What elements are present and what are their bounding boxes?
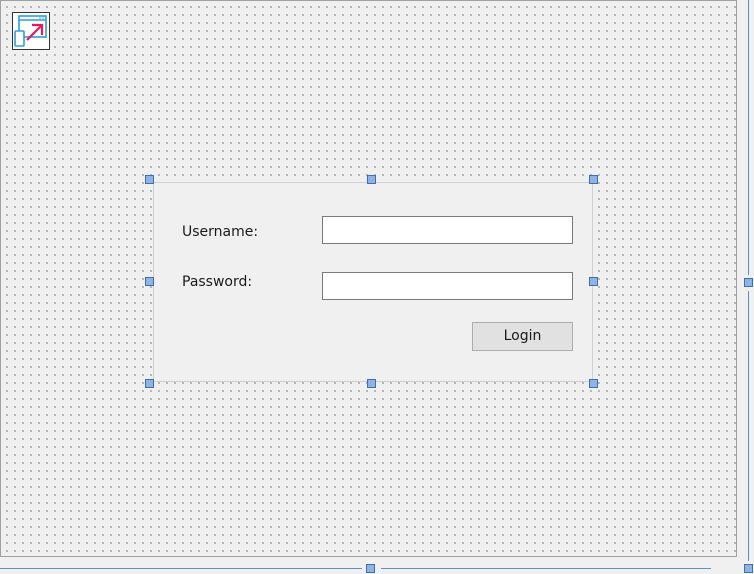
resize-handle-bottom[interactable] [367, 379, 376, 388]
responsive-form-icon[interactable] [12, 12, 50, 50]
login-group-panel[interactable]: Username: Password: Login [153, 182, 593, 382]
username-label: Username: [182, 224, 259, 240]
resize-handle-right[interactable] [589, 277, 598, 286]
form-right-guide-top [748, 0, 749, 275]
form-bottom-guide-right [381, 568, 711, 569]
resize-handle-bottom-right[interactable] [589, 379, 598, 388]
password-input[interactable] [322, 272, 573, 300]
form-bottom-guide-left [0, 568, 362, 569]
form-right-guide-bottom [748, 291, 749, 561]
designer-canvas[interactable]: Username: Password: Login [0, 0, 737, 557]
resize-handle-top[interactable] [367, 175, 376, 184]
form-resize-handle-bottom[interactable] [366, 564, 375, 573]
resize-handle-top-left[interactable] [145, 175, 154, 184]
form-resize-handle-corner[interactable] [744, 564, 753, 573]
resize-handle-top-right[interactable] [589, 175, 598, 184]
form-resize-handle-right[interactable] [744, 278, 753, 287]
resize-handle-left[interactable] [145, 277, 154, 286]
login-button[interactable]: Login [472, 322, 573, 351]
password-label: Password: [182, 274, 253, 290]
username-input[interactable] [322, 216, 573, 244]
resize-handle-bottom-left[interactable] [145, 379, 154, 388]
